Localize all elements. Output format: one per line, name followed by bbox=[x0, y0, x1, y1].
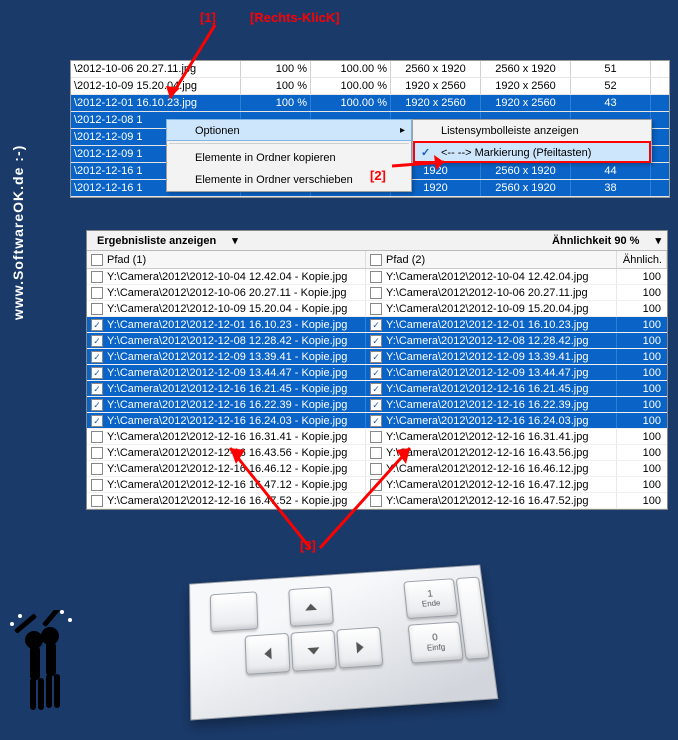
key-insert: 0Einfg bbox=[408, 621, 464, 663]
checkbox-icon[interactable] bbox=[370, 303, 382, 315]
result-similarity-label[interactable]: Ähnlichkeit 90 % bbox=[542, 231, 649, 250]
dropdown-icon[interactable]: ▾ bbox=[226, 231, 244, 250]
list-item[interactable]: Y:\Camera\2012\2012-12-09 13.44.47 - Kop… bbox=[87, 365, 667, 381]
list-item[interactable]: Y:\Camera\2012\2012-12-08 12.28.42 - Kop… bbox=[87, 333, 667, 349]
ctx-separator bbox=[169, 143, 409, 144]
ctx-options[interactable]: Optionen bbox=[166, 119, 412, 141]
checkbox-icon[interactable] bbox=[91, 254, 103, 266]
col-path2[interactable]: Pfad (2) bbox=[366, 251, 617, 268]
checkbox-icon[interactable] bbox=[91, 495, 103, 507]
result-header-title[interactable]: Ergebnisliste anzeigen bbox=[87, 231, 226, 250]
keyboard-illustration: 1Ende 0Einfg bbox=[189, 565, 498, 721]
checkbox-icon[interactable] bbox=[370, 415, 382, 427]
checkbox-icon[interactable] bbox=[370, 367, 382, 379]
list-item[interactable]: Y:\Camera\2012\2012-10-04 12.42.04 - Kop… bbox=[87, 269, 667, 285]
checkbox-icon[interactable] bbox=[370, 335, 382, 347]
checkbox-icon[interactable] bbox=[91, 351, 103, 363]
checkbox-icon[interactable] bbox=[91, 479, 103, 491]
list-item[interactable]: Y:\Camera\2012\2012-12-01 16.10.23 - Kop… bbox=[87, 317, 667, 333]
key-arrow-down bbox=[291, 630, 337, 672]
checkbox-icon[interactable] bbox=[91, 271, 103, 283]
checkbox-icon[interactable] bbox=[370, 271, 382, 283]
annotation-1: [1] bbox=[200, 10, 216, 25]
result-columns: Pfad (1) Pfad (2) Ähnlich. bbox=[87, 251, 667, 269]
key-arrow-left bbox=[245, 633, 291, 675]
checkbox-icon[interactable] bbox=[370, 351, 382, 363]
dropdown-icon[interactable]: ▾ bbox=[649, 231, 667, 250]
ctx-show-list-toolbar[interactable]: Listensymbolleiste anzeigen bbox=[413, 120, 651, 142]
arrow-3-icon bbox=[210, 440, 430, 560]
checkbox-icon[interactable] bbox=[91, 367, 103, 379]
checkbox-icon[interactable] bbox=[370, 383, 382, 395]
arrow-2-icon bbox=[390, 152, 460, 182]
list-item[interactable]: Y:\Camera\2012\2012-10-09 15.20.04 - Kop… bbox=[87, 301, 667, 317]
annotation-1-label: [Rechts-KlicK] bbox=[250, 10, 340, 25]
result-header: Ergebnisliste anzeigen ▾ Ähnlichkeit 90 … bbox=[87, 231, 667, 251]
key-arrow-right bbox=[336, 627, 383, 669]
col-path1[interactable]: Pfad (1) bbox=[87, 251, 366, 268]
checkbox-icon[interactable] bbox=[370, 319, 382, 331]
key-generic bbox=[210, 591, 259, 632]
checkbox-icon[interactable] bbox=[91, 463, 103, 475]
checkbox-icon[interactable] bbox=[91, 383, 103, 395]
col-similarity[interactable]: Ähnlich. bbox=[617, 251, 667, 268]
checkbox-icon[interactable] bbox=[91, 431, 103, 443]
checkbox-icon[interactable] bbox=[370, 287, 382, 299]
checkbox-icon[interactable] bbox=[370, 399, 382, 411]
list-item[interactable]: Y:\Camera\2012\2012-12-16 16.21.45 - Kop… bbox=[87, 381, 667, 397]
list-item[interactable]: Y:\Camera\2012\2012-12-09 13.39.41 - Kop… bbox=[87, 349, 667, 365]
annotation-3: [3] bbox=[300, 538, 316, 553]
checkbox-icon[interactable] bbox=[91, 399, 103, 411]
ctx-copy-to-folder[interactable]: Elemente in Ordner kopieren bbox=[167, 147, 411, 169]
checkbox-icon[interactable] bbox=[91, 319, 103, 331]
checkbox-icon[interactable] bbox=[91, 335, 103, 347]
list-item[interactable]: Y:\Camera\2012\2012-10-06 20.27.11 - Kop… bbox=[87, 285, 667, 301]
key-end: 1Ende bbox=[403, 578, 458, 619]
mascot-figure-icon bbox=[6, 610, 76, 720]
list-item[interactable]: Y:\Camera\2012\2012-12-16 16.24.03 - Kop… bbox=[87, 413, 667, 429]
checkbox-icon[interactable] bbox=[91, 447, 103, 459]
checkbox-icon[interactable] bbox=[91, 287, 103, 299]
key-arrow-up bbox=[288, 586, 334, 627]
checkbox-icon[interactable] bbox=[91, 303, 103, 315]
checkbox-icon[interactable] bbox=[370, 254, 382, 266]
brand-text: www.SoftwareOK.de :-) bbox=[10, 145, 26, 320]
checkbox-icon[interactable] bbox=[91, 415, 103, 427]
list-item[interactable]: Y:\Camera\2012\2012-12-16 16.22.39 - Kop… bbox=[87, 397, 667, 413]
annotation-2: [2] bbox=[370, 168, 386, 183]
arrow-1-icon bbox=[160, 20, 250, 110]
